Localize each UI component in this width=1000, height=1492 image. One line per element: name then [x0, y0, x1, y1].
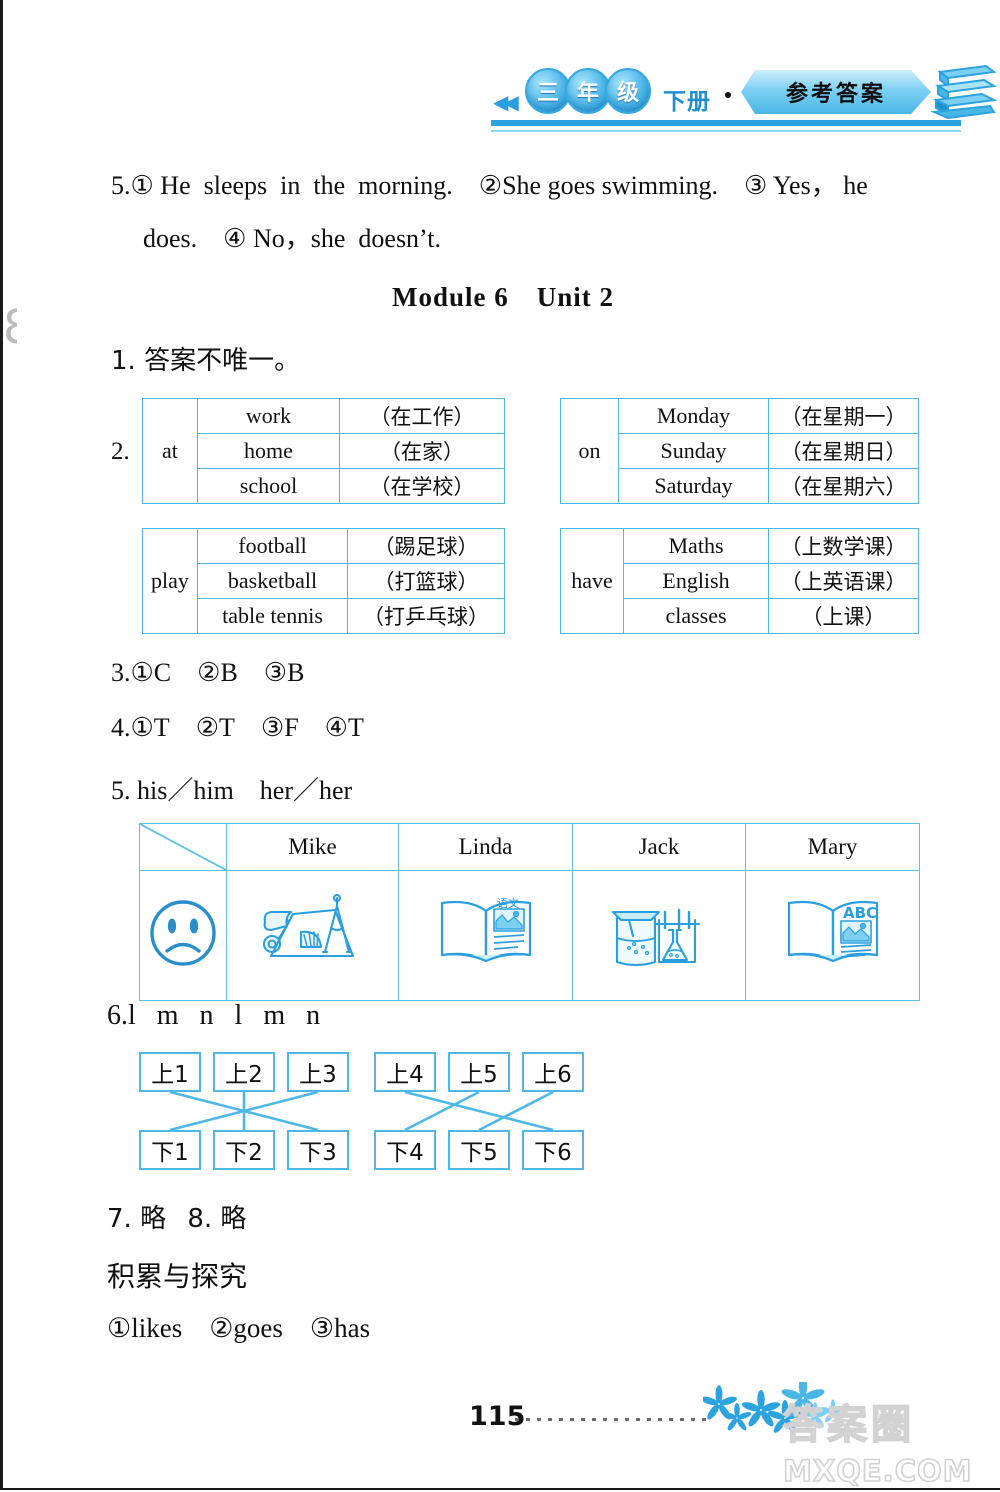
phrase-word: Maths — [623, 528, 769, 564]
match-bottom-box-2[interactable]: 下2 — [213, 1130, 275, 1170]
phrase-table-have: have Maths （上数学课） English （上英语课） classes… — [560, 528, 919, 634]
science-beaker-icon — [572, 870, 746, 1001]
phrase-table-on: on Monday （在星期一） Sunday （在星期日） Saturday … — [560, 398, 919, 504]
phrase-translation: （在学校） — [339, 468, 505, 504]
separator-dot-icon — [725, 92, 731, 98]
answer-q3: 3.①C ②B ③B — [111, 658, 305, 687]
table-row: school （在学校） — [143, 468, 505, 504]
table-row: table tennis （打乒乓球） — [143, 598, 505, 634]
table-row: at work （在工作） — [142, 398, 505, 504]
flower-decoration-icon — [701, 1375, 846, 1442]
phrase-word: English — [623, 563, 769, 599]
svg-text:语文: 语文 — [497, 896, 519, 910]
reference-answer-banner: 参考答案 — [741, 70, 931, 114]
header-rule-thin — [491, 130, 961, 132]
phrase-translation: （在家） — [339, 433, 505, 469]
english-book-icon: ABC — [745, 870, 920, 1001]
person-name-mary: Mary — [745, 823, 920, 871]
person-name-linda: Linda — [398, 823, 573, 871]
answer-q1: 1. 答案不唯一。 — [111, 346, 301, 376]
matching-exercise: 上1 上2 上3 上4 上5 上6 下1 下2 下3 下4 下5 下6 — [139, 1052, 589, 1177]
table-row: play football （踢足球） — [142, 528, 505, 634]
phrase-word: football — [197, 528, 348, 564]
table-row: Mike Linda Jack Mary — [139, 823, 920, 871]
person-name-jack: Jack — [572, 823, 746, 871]
match-top-box-1[interactable]: 上1 — [139, 1052, 201, 1092]
phrase-key: on — [560, 398, 619, 504]
answer-q7-q8: 7. 略 8. 略 — [107, 1204, 247, 1234]
phrase-word: home — [197, 433, 340, 469]
phrase-translation: （上数学课） — [768, 528, 919, 564]
match-bottom-box-6[interactable]: 下6 — [522, 1130, 584, 1170]
phrase-word: basketball — [197, 563, 348, 599]
phrase-translation: （上英语课） — [768, 563, 919, 599]
phrase-translation: （在工作） — [339, 398, 505, 434]
table-row: 语文 ABC — [139, 870, 920, 1001]
answer-q5-line1: 5.① He sleeps in the morning. ②She goes … — [111, 171, 868, 200]
match-top-box-5[interactable]: 上5 — [448, 1052, 510, 1092]
maths-tools-icon — [226, 870, 399, 1001]
back-arrows-icon: ◀◀ — [493, 92, 519, 114]
match-line — [478, 1090, 554, 1132]
phrase-word: table tennis — [197, 598, 348, 634]
section-answers: ①likes ②goes ③has — [107, 1313, 371, 1343]
match-line — [404, 1090, 480, 1132]
phrase-translation: （在星期一） — [768, 398, 919, 434]
phrase-word: school — [197, 468, 340, 504]
page-title: Module 6 Unit 2 — [391, 282, 614, 312]
diagonal-split-cell — [139, 823, 227, 871]
reference-answer-label: 参考答案 — [785, 82, 886, 107]
phrase-table-play: play football （踢足球） basketball （打篮球） tab… — [142, 528, 505, 634]
stacked-books-icon — [928, 62, 998, 124]
answer-q4: 4.①T ②T ③F ④T — [111, 713, 364, 742]
phrase-translation: （在星期六） — [768, 468, 919, 504]
person-name-mike: Mike — [226, 823, 399, 871]
match-bottom-box-3[interactable]: 下3 — [287, 1130, 349, 1170]
answer-key-page: ◀◀ 三 年 级 下册 参考答案 5.① He sleeps in the mo… — [0, 0, 1000, 1490]
header-rule-thick — [491, 120, 961, 126]
phrase-word: Saturday — [618, 468, 769, 504]
match-top-box-3[interactable]: 上3 — [287, 1052, 349, 1092]
table-row: on Monday （在星期一） — [560, 398, 919, 504]
phrase-translation: （打篮球） — [347, 563, 505, 599]
table-row: home （在家） — [143, 433, 505, 469]
phrase-table-at: at work （在工作） home （在家） school （在学校） — [142, 398, 505, 504]
phrase-word: Monday — [618, 398, 769, 434]
grade-badge: 三 年 级 — [525, 68, 651, 114]
svg-text:ABC: ABC — [843, 904, 877, 922]
dotted-leader — [515, 1418, 707, 1421]
phrase-word: work — [197, 398, 340, 434]
answer-q5: 5. his／him her／her — [111, 776, 353, 805]
table-row: have Maths （上数学课） — [560, 528, 919, 634]
match-line — [404, 1090, 554, 1132]
watermark-url: MXQE.COM — [782, 1453, 973, 1489]
phrase-translation: （在星期日） — [768, 433, 919, 469]
answer-q6: 6.l m n l m n — [107, 1000, 321, 1031]
phrase-word: classes — [623, 598, 769, 634]
page-header: ◀◀ 三 年 级 下册 参考答案 — [473, 62, 998, 142]
names-pictures-table: Mike Linda Jack Mary 语文 ABC — [139, 823, 920, 1001]
answer-q2-label: 2. — [111, 438, 130, 465]
answer-q5-line2: does. ④ No，she doesn’t. — [143, 224, 441, 253]
match-top-box-6[interactable]: 上6 — [522, 1052, 584, 1092]
match-bottom-box-4[interactable]: 下4 — [374, 1130, 436, 1170]
page-number: 115 — [469, 1401, 526, 1432]
phrase-translation: （踢足球） — [347, 528, 505, 564]
volume-label: 下册 — [663, 89, 711, 115]
phrase-translation: （打乒乓球） — [347, 598, 505, 634]
sad-face-icon — [139, 870, 227, 1001]
phrase-key: have — [560, 528, 624, 634]
phrase-key: play — [142, 528, 198, 634]
match-top-box-4[interactable]: 上4 — [374, 1052, 436, 1092]
match-top-box-2[interactable]: 上2 — [213, 1052, 275, 1092]
section-title-accumulate: 积累与探究 — [107, 1260, 248, 1293]
match-bottom-box-1[interactable]: 下1 — [139, 1130, 201, 1170]
chinese-book-icon: 语文 — [398, 870, 573, 1001]
table-row: basketball （打篮球） — [143, 563, 505, 599]
match-bottom-box-5[interactable]: 下5 — [448, 1130, 510, 1170]
phrase-word: Sunday — [618, 433, 769, 469]
phrase-translation: （上课） — [768, 598, 919, 634]
grade-char-3: 级 — [605, 68, 651, 114]
phrase-key: at — [142, 398, 198, 504]
